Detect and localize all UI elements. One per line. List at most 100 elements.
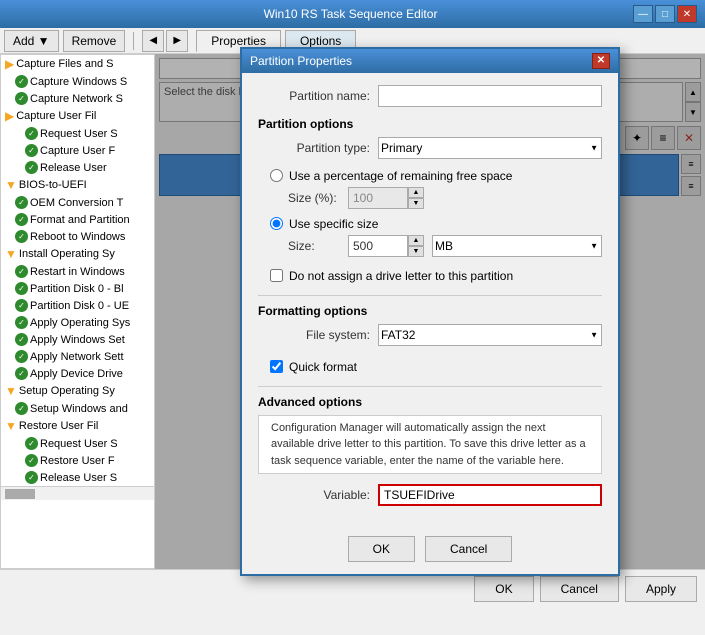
list-item[interactable]: ✓ Partition Disk 0 - UE <box>1 297 154 314</box>
list-item[interactable]: ▶ Capture User Fil <box>1 107 154 125</box>
radio-percentage[interactable] <box>270 169 283 182</box>
folder-icon: ▶ <box>5 57 14 71</box>
file-system-select-wrapper: FAT32 NTFS exFAT <box>378 324 602 346</box>
partition-name-input[interactable] <box>378 85 602 107</box>
no-drive-letter-checkbox[interactable] <box>270 269 283 282</box>
menu-separator <box>133 32 134 50</box>
advanced-info-text: Configuration Manager will automatically… <box>258 415 602 475</box>
list-item[interactable]: ✓ Request User S <box>1 125 154 142</box>
add-menu-button[interactable]: Add ▼ <box>4 30 59 52</box>
left-panel: ▶ Capture Files and S ✓ Capture Windows … <box>0 54 155 569</box>
size-spinner-btns: ▲ ▼ <box>408 235 424 257</box>
quick-format-checkbox[interactable] <box>270 360 283 373</box>
file-system-row: File system: FAT32 NTFS exFAT <box>258 324 602 346</box>
partition-type-select[interactable]: Primary Extended Logical <box>378 137 602 159</box>
size-percent-spinner: ▲ ▼ <box>348 187 424 209</box>
list-item[interactable]: ✓ Apply Network Sett <box>1 348 154 365</box>
quick-format-row: Quick format <box>258 356 602 378</box>
main-content: ▶ Capture Files and S ✓ Capture Windows … <box>0 54 705 569</box>
toolbar-icons: ◀ ▶ <box>142 30 188 52</box>
partition-options-title: Partition options <box>258 117 602 131</box>
list-item[interactable]: ✓ Restart in Windows <box>1 263 154 280</box>
check-icon: ✓ <box>25 161 38 174</box>
title-bar: Win10 RS Task Sequence Editor — □ ✕ <box>0 0 705 28</box>
no-drive-letter-row: Do not assign a drive letter to this par… <box>258 265 602 287</box>
size-percent-up-icon[interactable]: ▲ <box>408 187 424 198</box>
radio-specific-label: Use specific size <box>289 217 378 231</box>
file-system-select[interactable]: FAT32 NTFS exFAT <box>378 324 602 346</box>
modal-footer: OK Cancel <box>242 528 618 574</box>
list-item[interactable]: ✓ Request User S <box>1 435 154 452</box>
window-title: Win10 RS Task Sequence Editor <box>68 7 633 21</box>
forward-icon[interactable]: ▶ <box>166 30 188 52</box>
check-icon: ✓ <box>25 437 38 450</box>
partition-type-label: Partition type: <box>258 141 378 155</box>
check-icon: ✓ <box>15 75 28 88</box>
list-item[interactable]: ▼ Restore User Fil <box>1 417 154 435</box>
apply-button[interactable]: Apply <box>625 576 697 602</box>
size-label: Size: <box>288 239 348 253</box>
modal-close-button[interactable]: ✕ <box>592 53 610 69</box>
ok-button[interactable]: OK <box>474 576 533 602</box>
list-item[interactable]: ✓ Restore User F <box>1 452 154 469</box>
list-item[interactable]: ✓ Capture User F <box>1 142 154 159</box>
list-item[interactable]: ✓ OEM Conversion T <box>1 194 154 211</box>
size-input[interactable] <box>348 235 408 257</box>
check-icon: ✓ <box>25 127 38 140</box>
check-icon: ✓ <box>15 196 28 209</box>
title-bar-controls: — □ ✕ <box>633 5 697 23</box>
list-item[interactable]: ✓ Apply Operating Sys <box>1 314 154 331</box>
list-item[interactable]: ✓ Setup Windows and <box>1 400 154 417</box>
partition-type-select-wrapper: Primary Extended Logical <box>378 137 602 159</box>
modal-titlebar: Partition Properties ✕ <box>242 49 618 73</box>
size-unit-select[interactable]: MB GB TB <box>432 235 602 257</box>
section-divider-2 <box>258 386 602 387</box>
radio-percentage-label: Use a percentage of remaining free space <box>289 169 512 183</box>
back-icon[interactable]: ◀ <box>142 30 164 52</box>
modal-cancel-button[interactable]: Cancel <box>425 536 512 562</box>
check-icon: ✓ <box>15 282 28 295</box>
size-row: Size: ▲ ▼ MB GB <box>258 235 602 257</box>
list-item[interactable]: ▼ BIOS-to-UEFI <box>1 176 154 194</box>
list-item[interactable]: ▼ Install Operating Sy <box>1 245 154 263</box>
size-spinner: ▲ ▼ <box>348 235 424 257</box>
check-icon: ✓ <box>15 213 28 226</box>
right-panel: Select the disk layout to use in the ▲ ▼… <box>155 54 705 569</box>
size-up-icon[interactable]: ▲ <box>408 235 424 246</box>
check-icon: ✓ <box>15 299 28 312</box>
variable-label: Variable: <box>258 488 378 502</box>
remove-button[interactable]: Remove <box>63 30 126 52</box>
formatting-options-title: Formatting options <box>258 304 602 318</box>
modal-body: Partition name: Partition options Partit… <box>242 73 618 529</box>
size-percent-label: Size (%): <box>288 191 348 205</box>
modal-ok-button[interactable]: OK <box>348 536 415 562</box>
cancel-button[interactable]: Cancel <box>540 576 619 602</box>
size-percent-down-icon[interactable]: ▼ <box>408 198 424 209</box>
radio-specific[interactable] <box>270 217 283 230</box>
size-percent-input[interactable] <box>348 187 408 209</box>
list-item[interactable]: ✓ Release User S <box>1 469 154 486</box>
list-item[interactable]: ▼ Setup Operating Sy <box>1 382 154 400</box>
list-item[interactable]: ✓ Format and Partition <box>1 211 154 228</box>
check-icon: ✓ <box>15 316 28 329</box>
list-item[interactable]: ✓ Apply Windows Set <box>1 331 154 348</box>
partition-type-row: Partition type: Primary Extended Logical <box>258 137 602 159</box>
minimize-button[interactable]: — <box>633 5 653 23</box>
size-down-icon[interactable]: ▼ <box>408 246 424 257</box>
close-button[interactable]: ✕ <box>677 5 697 23</box>
list-item[interactable]: ✓ Partition Disk 0 - Bl <box>1 280 154 297</box>
list-item[interactable]: ▶ Capture Files and S <box>1 55 154 73</box>
list-item[interactable]: ✓ Release User <box>1 159 154 176</box>
check-icon: ✓ <box>15 333 28 346</box>
check-icon: ✓ <box>15 367 28 380</box>
check-icon: ✓ <box>25 144 38 157</box>
list-item[interactable]: ✓ Reboot to Windows <box>1 228 154 245</box>
check-icon: ✓ <box>15 350 28 363</box>
h-scrollbar[interactable] <box>1 486 154 500</box>
variable-input[interactable] <box>378 484 602 506</box>
folder-icon: ▼ <box>5 384 17 398</box>
maximize-button[interactable]: □ <box>655 5 675 23</box>
list-item[interactable]: ✓ Capture Windows S <box>1 73 154 90</box>
list-item[interactable]: ✓ Capture Network S <box>1 90 154 107</box>
list-item[interactable]: ✓ Apply Device Drive <box>1 365 154 382</box>
